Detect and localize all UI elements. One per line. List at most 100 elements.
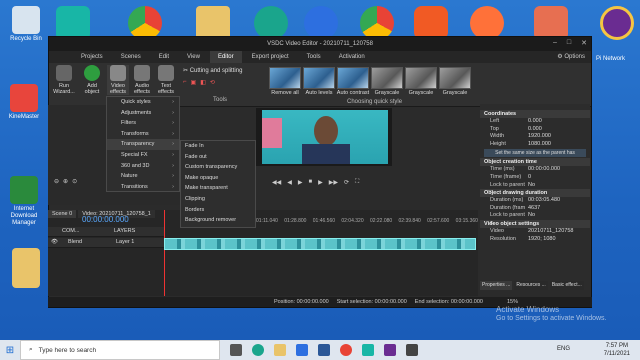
playhead[interactable]	[164, 210, 165, 296]
options-button[interactable]: ⚙ Options	[557, 53, 585, 60]
prop-row[interactable]: Duration (fram 4637	[480, 205, 590, 213]
app-taskbar-icon[interactable]	[384, 344, 396, 356]
menu-projects[interactable]: Projects	[73, 51, 111, 63]
pi-network-icon[interactable]	[600, 6, 634, 40]
submenu-make-transparent[interactable]: Make transparent	[181, 183, 255, 194]
fast-forward-icon[interactable]: ▶▶	[329, 179, 338, 186]
vsdc-taskbar-icon[interactable]	[406, 344, 418, 356]
store-taskbar-icon[interactable]	[296, 344, 308, 356]
submenu-fade-in[interactable]: Fade In	[181, 141, 255, 152]
fullscreen-icon[interactable]: ⛶	[355, 179, 359, 186]
menu-quick-styles[interactable]: Quick styles ›	[107, 97, 179, 108]
quick-style-grayscale-2[interactable]	[405, 67, 437, 89]
app-icon-2[interactable]	[534, 6, 568, 40]
zoom-in-icon[interactable]: ⊕	[63, 178, 68, 185]
idm-icon[interactable]: Internet Download Manager	[2, 176, 46, 227]
menu-editor[interactable]: Editor	[209, 51, 242, 63]
maximize-icon[interactable]: □	[567, 39, 571, 47]
coords-section[interactable]: Coordinates	[480, 110, 590, 118]
menu-transforms[interactable]: Transforms ›	[107, 129, 179, 140]
task-view-icon[interactable]	[230, 344, 242, 356]
submenu-custom-transparency[interactable]: Custom transparency	[181, 162, 255, 173]
tab-properties[interactable]: Properties ...	[480, 281, 513, 290]
edge-icon[interactable]	[254, 6, 288, 40]
prop-row[interactable]: Top 0.000	[480, 126, 590, 134]
quick-style-auto-contrast[interactable]	[337, 67, 369, 89]
tab-basic-effects[interactable]: Basic effect...	[549, 281, 584, 290]
chrome-icon[interactable]	[128, 6, 162, 40]
menu-nature[interactable]: Nature ›	[107, 171, 179, 182]
zoom-out-icon[interactable]: ⊖	[54, 178, 59, 185]
word-taskbar-icon[interactable]	[318, 344, 330, 356]
rewind-icon[interactable]: ◀◀	[272, 179, 281, 186]
close-icon[interactable]: ✕	[581, 39, 587, 47]
prop-row[interactable]: Left 0.000	[480, 118, 590, 126]
submenu-fade-out[interactable]: Fade out	[181, 152, 255, 163]
menu-transitions[interactable]: Transitions ›	[107, 182, 179, 193]
stop-icon[interactable]: ■	[308, 179, 312, 185]
folder-icon[interactable]	[196, 6, 230, 40]
audio-effects-button[interactable]: Audio effects	[131, 65, 153, 95]
minimize-icon[interactable]: –	[553, 39, 557, 47]
firefox-icon[interactable]	[470, 6, 504, 40]
app-icon[interactable]	[304, 6, 338, 40]
submenu-background-remover[interactable]: Background remover	[181, 215, 255, 226]
cutting-splitting-button[interactable]: ✂ Cutting and splitting	[183, 67, 242, 74]
run-wizard-button[interactable]: Run Wizard...	[53, 65, 75, 95]
prop-row[interactable]: Height 1080.000	[480, 141, 590, 149]
menu-filters[interactable]: Filters ›	[107, 118, 179, 129]
video-effects-button[interactable]: Video effects	[107, 65, 129, 95]
taskbar-search[interactable]: ⌕ Type here to search	[20, 340, 220, 360]
prop-row[interactable]: Lock to parent cNo	[480, 182, 590, 196]
submenu-borders[interactable]: Borders	[181, 205, 255, 216]
recycle-bin-icon[interactable]: Recycle Bin	[4, 6, 48, 43]
edge-taskbar-icon[interactable]	[252, 344, 264, 356]
taskbar-clock[interactable]: 7:57 PM 7/11/2021	[604, 342, 630, 358]
tool-icon-4[interactable]: ⟲	[210, 79, 215, 86]
folder-desktop-icon[interactable]	[4, 248, 48, 290]
menu-edit[interactable]: Edit	[151, 51, 177, 63]
menu-transparency[interactable]: Transparency ›	[107, 139, 179, 150]
creation-section[interactable]: Object creation time	[480, 158, 590, 167]
prop-row[interactable]: Resolution 1920; 1080	[480, 236, 590, 244]
language-indicator[interactable]: ENG	[557, 346, 570, 352]
tool-icon-2[interactable]: ▣	[191, 79, 197, 86]
play-icon[interactable]: ▶	[298, 179, 303, 186]
quick-style-auto-levels[interactable]	[303, 67, 335, 89]
brave-icon[interactable]	[414, 6, 448, 40]
prop-row[interactable]: Time (ms) 00:00:00.000	[480, 166, 590, 174]
menu-scenes[interactable]: Scenes	[113, 51, 149, 63]
menu-view[interactable]: View	[179, 51, 208, 63]
tool-icon-3[interactable]: ◧	[200, 79, 206, 86]
prop-row[interactable]: Duration (ms) 00:03:05.480	[480, 197, 590, 205]
eye-icon[interactable]: 👁	[51, 239, 58, 245]
filmora-taskbar-icon[interactable]	[362, 344, 374, 356]
submenu-make-opaque[interactable]: Make opaque	[181, 173, 255, 184]
prop-row[interactable]: Video 20210711_120758	[480, 228, 590, 236]
video-clip[interactable]	[164, 238, 476, 250]
kinemaster-icon[interactable]: KineMaster	[2, 84, 46, 121]
crop-icon[interactable]: ⌐	[183, 79, 187, 86]
prop-row[interactable]: Time (frame) 0	[480, 174, 590, 182]
menu-export-project[interactable]: Export project	[244, 51, 297, 63]
menu-tools[interactable]: Tools	[299, 51, 329, 63]
duration-section[interactable]: Object drawing duration	[480, 189, 590, 198]
filmora-icon[interactable]	[56, 6, 90, 40]
menu-activation[interactable]: Activation	[331, 51, 373, 63]
video-settings-section[interactable]: Video object settings	[480, 219, 590, 228]
layer-1-header[interactable]: 👁 Blend Layer 1	[48, 238, 164, 248]
add-object-button[interactable]: Add object	[81, 65, 103, 95]
loop-icon[interactable]: ⟳	[344, 179, 349, 186]
chrome-icon-2[interactable]	[360, 6, 394, 40]
tab-scene-0[interactable]: Scene 0	[48, 210, 77, 218]
quick-style-grayscale-3[interactable]	[439, 67, 471, 89]
tab-resources[interactable]: Resources ...	[514, 281, 548, 290]
step-back-icon[interactable]: ◀	[287, 179, 292, 186]
chrome-taskbar-icon[interactable]	[340, 344, 352, 356]
submenu-clipping[interactable]: Clipping	[181, 194, 255, 205]
prop-row[interactable]: Lock to parent cNo	[480, 212, 590, 226]
explorer-taskbar-icon[interactable]	[274, 344, 286, 356]
step-forward-icon[interactable]: ▶	[318, 179, 323, 186]
menu-special-fx[interactable]: Special FX ›	[107, 150, 179, 161]
menu-adjustments[interactable]: Adjustments ›	[107, 108, 179, 119]
